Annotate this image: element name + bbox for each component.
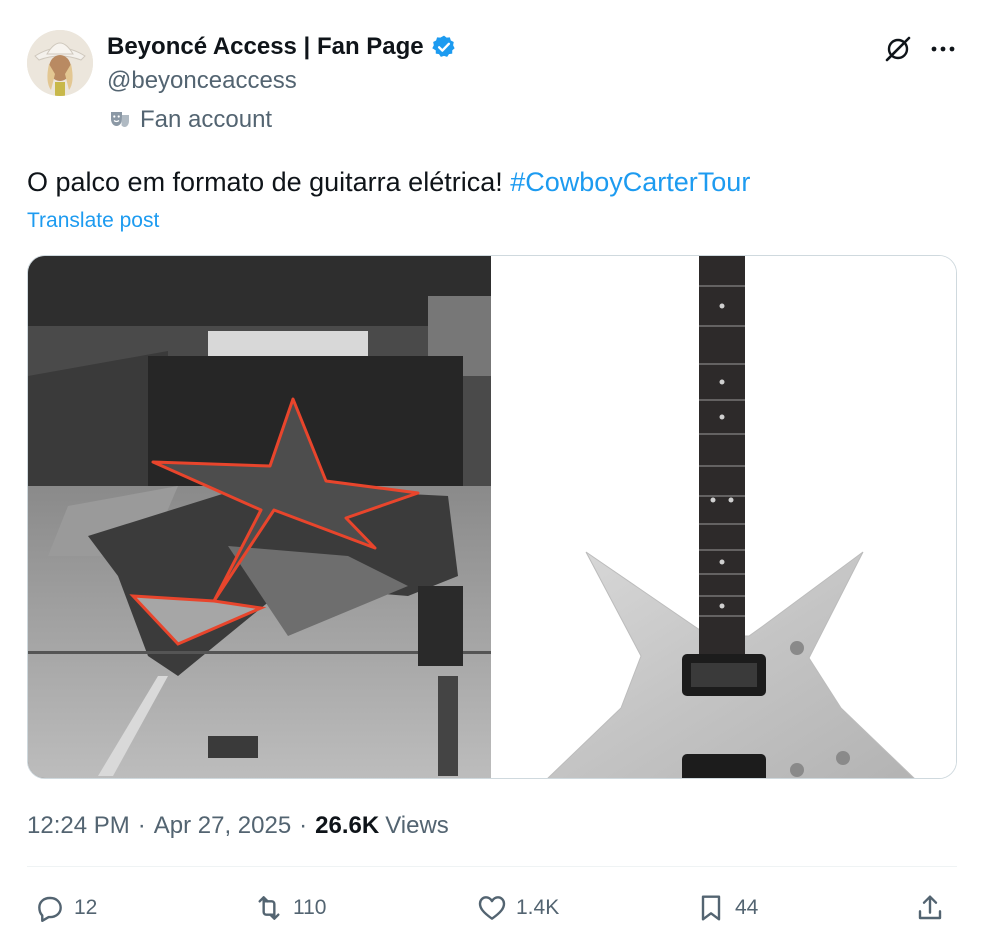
bookmark-button[interactable]: 44 bbox=[695, 892, 758, 924]
media-grid bbox=[27, 255, 957, 779]
divider bbox=[27, 866, 957, 867]
repost-icon bbox=[258, 896, 280, 920]
like-count: 1.4K bbox=[516, 896, 560, 919]
more-dots-icon bbox=[931, 46, 955, 52]
affiliation-label: Fan account bbox=[108, 106, 272, 134]
reply-button[interactable]: 12 bbox=[34, 892, 97, 924]
share-icon bbox=[918, 895, 942, 920]
post-body: O palco em formato de guitarra elétrica! bbox=[27, 167, 511, 197]
post-text: O palco em formato de guitarra elétrica!… bbox=[27, 167, 750, 198]
media-image-guitar[interactable] bbox=[491, 256, 956, 778]
grok-button[interactable] bbox=[882, 33, 914, 65]
like-button[interactable]: 1.4K bbox=[476, 892, 559, 924]
avatar-image bbox=[27, 30, 93, 96]
reply-count: 12 bbox=[74, 896, 98, 919]
meta-separator: · bbox=[299, 812, 308, 839]
author-name[interactable]: Beyoncé Access | Fan Page bbox=[107, 33, 424, 61]
repost-button[interactable]: 110 bbox=[253, 892, 326, 924]
media-image-stadium[interactable] bbox=[28, 256, 491, 778]
affiliation-text: Fan account bbox=[140, 106, 273, 133]
translate-post-link[interactable]: Translate post bbox=[27, 209, 159, 233]
star-guitar-photo bbox=[491, 256, 956, 778]
views-label: Views bbox=[385, 812, 449, 839]
post-date[interactable]: Apr 27, 2025 bbox=[154, 812, 291, 840]
hashtag-link[interactable]: #CowboyCarterTour bbox=[510, 167, 750, 197]
views-count: 26.6K bbox=[315, 812, 380, 839]
bookmark-icon bbox=[701, 895, 721, 921]
repost-count: 110 bbox=[293, 896, 327, 919]
bookmark-count: 44 bbox=[735, 896, 759, 919]
more-options-button[interactable] bbox=[927, 33, 959, 65]
theater-masks-icon bbox=[111, 112, 129, 127]
author-handle[interactable]: @beyonceaccess bbox=[107, 67, 297, 95]
post-meta: 12:24 PM · Apr 27, 2025 · 26.6K Views bbox=[27, 812, 449, 840]
heart-icon bbox=[478, 896, 506, 920]
verified-badge-icon bbox=[431, 35, 455, 57]
stadium-stage-photo bbox=[28, 256, 491, 778]
meta-separator: · bbox=[137, 812, 146, 839]
author-name-row[interactable]: Beyoncé Access | Fan Page bbox=[107, 33, 457, 61]
grok-icon bbox=[885, 36, 911, 62]
share-button[interactable] bbox=[914, 892, 946, 924]
post-time[interactable]: 12:24 PM bbox=[27, 812, 130, 840]
avatar[interactable] bbox=[27, 30, 93, 96]
reply-icon bbox=[38, 896, 62, 922]
